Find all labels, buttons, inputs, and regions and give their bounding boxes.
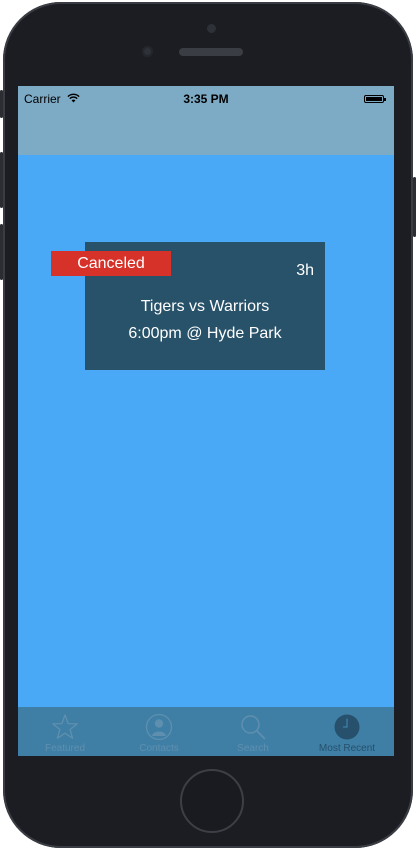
status-bar: Carrier 3:35 PM [18,86,394,108]
front-camera [207,24,216,33]
volume-down-button [0,224,3,280]
earpiece-speaker [179,48,243,56]
star-icon [52,714,78,739]
tab-label: Most Recent [318,743,376,754]
mute-switch [0,90,3,118]
tab-label: Contacts [139,743,179,754]
tab-search[interactable]: Search [206,707,300,756]
event-detail: 6:00pm @ Hyde Park [128,325,282,342]
status-badge: Canceled [51,251,171,276]
tab-most-recent[interactable]: Most Recent [300,707,394,756]
tab-contacts[interactable]: Contacts [112,707,206,756]
navigation-bar: Carrier 3:35 PM [18,86,394,155]
status-time: 3:35 PM [183,92,229,106]
app-screen: Carrier 3:35 PM 3h Tigers vs Warriors 6:… [18,86,394,756]
battery-icon [364,95,386,103]
clock-icon [334,714,360,740]
tab-label: Featured [44,743,86,754]
sensor [142,46,153,57]
search-icon [241,715,266,740]
tab-label: Search [237,743,269,754]
volume-up-button [0,152,3,208]
tab-bar: Featured Contacts Search Most Recent [18,707,394,756]
home-button[interactable] [180,769,244,833]
tab-featured[interactable]: Featured [18,707,112,756]
event-time-ago: 3h [296,262,314,279]
event-title: Tigers vs Warriors [140,298,270,315]
contacts-icon [145,713,173,741]
